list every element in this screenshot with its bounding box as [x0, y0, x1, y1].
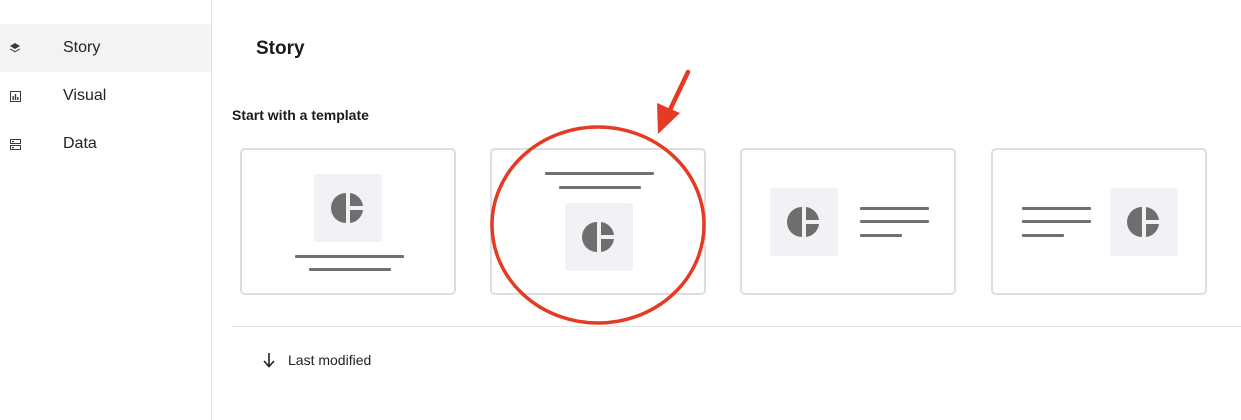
- body-line-placeholder: [860, 220, 929, 223]
- page-title: Story: [256, 38, 305, 59]
- database-icon: [8, 137, 22, 151]
- title-line-placeholder: [295, 255, 404, 258]
- sidebar-item-label: Data: [63, 135, 97, 152]
- app-window: Story Visual Data Story Start with a tem…: [0, 0, 1241, 420]
- sidebar: Story Visual Data: [0, 0, 212, 420]
- title-line-placeholder: [545, 172, 654, 175]
- subtitle-line-placeholder: [309, 268, 391, 271]
- title-line-placeholder: [860, 207, 929, 210]
- sidebar-item-label: Visual: [63, 87, 107, 104]
- templates-heading: Start with a template: [232, 107, 369, 123]
- pie-chart-icon: [787, 207, 819, 237]
- sidebar-item-data[interactable]: Data: [0, 120, 211, 168]
- chart-thumbnail: [565, 203, 633, 271]
- template-card-3[interactable]: [740, 148, 956, 295]
- template-card-4[interactable]: [991, 148, 1207, 295]
- body-line-placeholder: [860, 234, 902, 237]
- template-card-2[interactable]: [490, 148, 706, 295]
- layers-icon: [8, 41, 22, 55]
- bar-chart-icon: [8, 89, 22, 103]
- title-line-placeholder: [1022, 207, 1091, 210]
- sidebar-item-story[interactable]: Story: [0, 24, 211, 72]
- body-line-placeholder: [1022, 220, 1091, 223]
- subtitle-line-placeholder: [559, 186, 641, 189]
- pie-chart-icon: [331, 193, 363, 223]
- arrow-down-icon: [263, 353, 275, 368]
- section-divider: [232, 326, 1241, 327]
- template-card-1[interactable]: [240, 148, 456, 295]
- sort-label: Last modified: [288, 352, 372, 368]
- chart-thumbnail: [770, 188, 838, 256]
- sidebar-item-label: Story: [63, 39, 101, 56]
- body-line-placeholder: [1022, 234, 1064, 237]
- sidebar-item-visual[interactable]: Visual: [0, 72, 211, 120]
- pie-chart-icon: [1127, 207, 1159, 237]
- chart-thumbnail: [1110, 188, 1178, 256]
- chart-thumbnail: [314, 174, 382, 242]
- sort-last-modified-button[interactable]: Last modified: [262, 350, 371, 370]
- pie-chart-icon: [582, 222, 614, 252]
- annotation-arrow: [657, 69, 691, 134]
